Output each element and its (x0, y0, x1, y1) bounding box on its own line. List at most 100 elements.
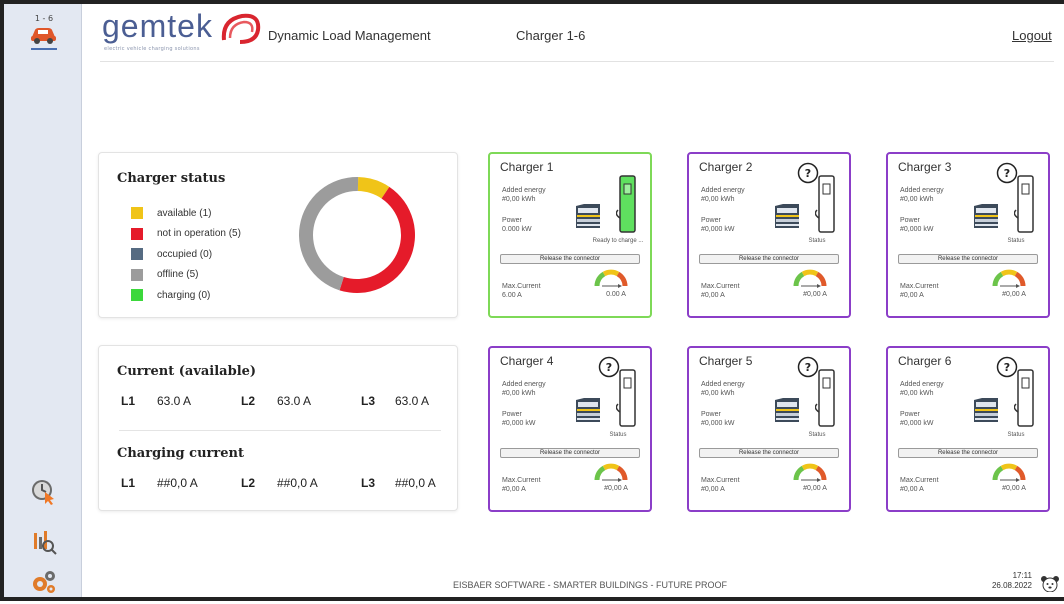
charger-title: Charger 4 (500, 354, 554, 368)
legend-item: not in operation (5) (131, 224, 241, 245)
bear-logo-icon (1041, 576, 1059, 592)
clock: 17:11 26.08.2022 (988, 571, 1032, 591)
max-current-value: #0,00 A (502, 486, 526, 493)
charger-card[interactable]: Charger 6 ? Added energy #0,00 kWh Power… (886, 346, 1050, 512)
added-energy-label: Added energy (502, 187, 546, 194)
charger-card[interactable]: Charger 1 Added energy #0,00 kWh Power 0… (488, 152, 652, 318)
charger-title: Charger 2 (699, 160, 753, 174)
phase-l3-label: L3 (361, 394, 376, 408)
active-underline (31, 48, 57, 50)
sidebar-item-chargers[interactable]: 1 - 6 (22, 10, 66, 54)
release-connector-button[interactable]: Release the connector (699, 254, 839, 264)
max-current-label: Max.Current (900, 477, 939, 484)
clock-date: 26.08.2022 (991, 581, 1032, 590)
added-energy-label: Added energy (701, 187, 745, 194)
charging-station-icon (1014, 175, 1034, 233)
charger-status-text: Status (808, 432, 826, 438)
sidebar: 1 - 6 (4, 4, 82, 597)
max-current-value: #0,00 A (701, 292, 725, 299)
header: gemtek electric vehicle charging solutio… (100, 4, 1054, 62)
max-current-label: Max.Current (502, 283, 541, 290)
app-title: Dynamic Load Management (268, 28, 431, 43)
clock-cursor-icon (32, 480, 54, 505)
release-connector-button[interactable]: Release the connector (898, 254, 1038, 264)
charger-status-text: Status (1007, 238, 1025, 244)
donut-slice (339, 186, 415, 293)
charger-card[interactable]: Charger 3 ? Added energy #0,00 kWh Power… (886, 152, 1050, 318)
charger-status-title: Charger status (117, 171, 226, 186)
phase-l1-label: L1 (121, 394, 136, 408)
gears-icon (33, 571, 55, 593)
car-icon (974, 398, 998, 422)
phase-l3-value: ##0,0 A (395, 476, 436, 490)
release-connector-button[interactable]: Release the connector (898, 448, 1038, 458)
added-energy-label: Added energy (900, 187, 944, 194)
car-icon (775, 204, 799, 228)
legend-label: occupied (0) (157, 248, 213, 260)
legend-swatch (131, 227, 143, 240)
charger-card[interactable]: Charger 4 ? Added energy #0,00 kWh Power… (488, 346, 652, 512)
charging-station-icon (1014, 369, 1034, 427)
brand-logo: gemtek electric vehicle charging solutio… (102, 8, 262, 58)
report-magnifier-icon (34, 531, 57, 555)
car-icon (576, 398, 600, 422)
status-donut-chart (299, 177, 415, 293)
legend-swatch (131, 289, 143, 302)
phase-l2-value: 63.0 A (277, 394, 312, 408)
current-available-title: Current (available) (117, 364, 257, 379)
current-gauge-icon (594, 269, 628, 288)
car-icon (775, 398, 799, 422)
charging-current-title: Charging current (117, 446, 244, 461)
legend-label: available (1) (157, 207, 212, 219)
current-available-row: L1 63.0 A L2 63.0 A L3 63.0 A (121, 394, 441, 412)
donut-slice (299, 177, 359, 291)
charging-station-icon (616, 369, 636, 427)
sidebar-item-settings[interactable] (22, 560, 66, 604)
added-energy-value: #0,00 kWh (900, 390, 934, 397)
charging-current-row: L1 ##0,0 A L2 ##0,0 A L3 ##0,0 A (121, 476, 441, 494)
power-value: #0,000 kW (900, 226, 934, 233)
added-energy-value: #0,00 kWh (701, 390, 735, 397)
current-value: #0,00 A (803, 485, 827, 492)
charger-card[interactable]: Charger 2 ? Added energy #0,00 kWh Power… (687, 152, 851, 318)
brand-name: gemtek (102, 8, 213, 44)
charging-station-icon (815, 175, 835, 233)
charger-title: Charger 5 (699, 354, 753, 368)
logout-link[interactable]: Logout (1012, 28, 1052, 43)
current-value: #0,00 A (1002, 485, 1026, 492)
added-energy-value: #0,00 kWh (701, 196, 735, 203)
charging-station-icon (815, 369, 835, 427)
release-connector-button[interactable]: Release the connector (500, 254, 640, 264)
release-connector-button[interactable]: Release the connector (699, 448, 839, 458)
legend-item: offline (5) (131, 265, 241, 286)
legend-swatch (131, 248, 143, 261)
phase-l3-value: 63.0 A (395, 394, 430, 408)
phase-l2-label: L2 (241, 394, 256, 408)
current-gauge-icon (992, 269, 1026, 288)
release-connector-button[interactable]: Release the connector (500, 448, 640, 458)
legend-item: charging (0) (131, 285, 241, 306)
charger-title: Charger 3 (898, 160, 952, 174)
power-label: Power (900, 217, 920, 224)
charger-status-text: Ready to charge ... (592, 238, 644, 244)
power-label: Power (701, 411, 721, 418)
charger-status-text: Status (1007, 432, 1025, 438)
power-value: #0,000 kW (900, 420, 934, 427)
page-title: Charger 1-6 (516, 28, 586, 43)
max-current-label: Max.Current (900, 283, 939, 290)
power-label: Power (502, 411, 522, 418)
phase-l2-value: ##0,0 A (277, 476, 318, 490)
power-label: Power (900, 411, 920, 418)
legend-item: available (1) (131, 203, 241, 224)
charger-card[interactable]: Charger 5 ? Added energy #0,00 kWh Power… (687, 346, 851, 512)
power-value: #0,000 kW (701, 226, 735, 233)
sidebar-item-reports[interactable] (22, 520, 66, 564)
charger-status-text: Status (609, 432, 627, 438)
max-current-label: Max.Current (502, 477, 541, 484)
phase-l1-value: ##0,0 A (157, 476, 198, 490)
charger-title: Charger 1 (500, 160, 554, 174)
added-energy-label: Added energy (701, 381, 745, 388)
sidebar-item-schedule[interactable] (22, 470, 66, 514)
legend-label: offline (5) (157, 269, 199, 281)
current-panel: Current (available) L1 63.0 A L2 63.0 A … (98, 345, 458, 511)
